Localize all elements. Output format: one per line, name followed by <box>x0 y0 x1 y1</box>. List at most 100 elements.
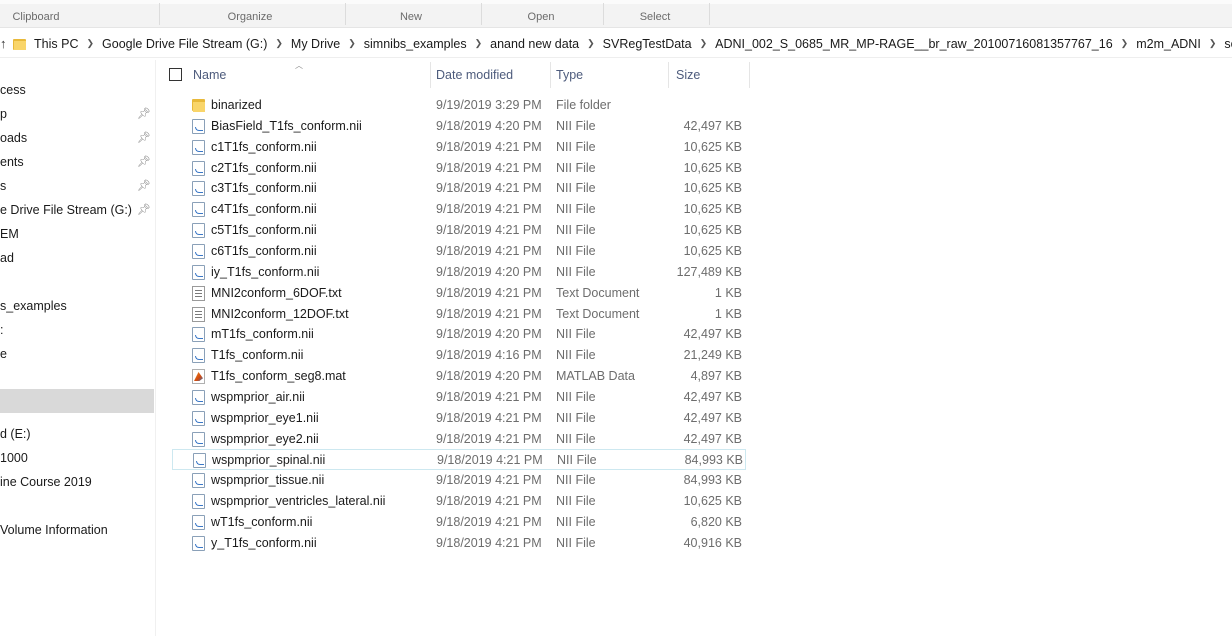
file-name: iy_T1fs_conform.nii <box>211 265 320 279</box>
file-row[interactable]: T1fs_conform_seg8.mat 9/18/2019 4:20 PM MA… <box>172 366 746 387</box>
arrow-up-icon[interactable]: ↑ <box>0 36 7 51</box>
nav-item-volume-information[interactable]: Volume Information <box>0 518 154 542</box>
nav-item-quick-access[interactable]: cess <box>0 78 154 102</box>
file-row[interactable]: MNI2conform_6DOF.txt 9/18/2019 4:21 PM Tex… <box>172 283 746 304</box>
file-row[interactable]: wT1fs_conform.nii 9/18/2019 4:21 PM NII Fi… <box>172 512 746 533</box>
nav-item-downloads[interactable]: oads 📌︎ <box>0 126 154 150</box>
breadcrumb-svregtestdata[interactable]: SVRegTestData <box>601 37 694 51</box>
column-divider[interactable] <box>668 62 669 88</box>
nav-item-label: s <box>0 179 7 193</box>
file-type: NII File <box>556 327 596 341</box>
file-row[interactable]: c4T1fs_conform.nii 9/18/2019 4:21 PM NII F… <box>172 199 746 220</box>
file-row[interactable]: c1T1fs_conform.nii 9/18/2019 4:21 PM NII F… <box>172 137 746 158</box>
column-divider[interactable] <box>430 62 431 88</box>
pin-icon: 📌︎ <box>137 180 151 192</box>
file-name: mT1fs_conform.nii <box>211 327 314 341</box>
chevron-right-icon[interactable]: ❯ <box>1203 38 1223 49</box>
file-row[interactable]: BiasField_T1fs_conform.nii 9/18/2019 4:20… <box>172 116 746 137</box>
ribbon-separator <box>603 3 604 25</box>
file-type: File folder <box>556 98 611 112</box>
file-type: NII File <box>556 494 596 508</box>
file-row[interactable]: wspmprior_spinal.nii 9/18/2019 4:21 PM NII… <box>172 449 746 470</box>
file-row[interactable]: c6T1fs_conform.nii 9/18/2019 4:21 PM NII F… <box>172 241 746 262</box>
file-size: 84,993 KB <box>683 473 742 487</box>
select-all-checkbox[interactable] <box>169 68 182 81</box>
nav-item-label: Volume Information <box>0 523 108 537</box>
file-row[interactable]: T1fs_conform.nii 9/18/2019 4:16 PM NII Fil… <box>172 345 746 366</box>
nav-item-colon[interactable]: : <box>0 318 154 342</box>
column-header-size[interactable]: Size <box>676 62 746 88</box>
file-type: NII File <box>556 432 596 446</box>
chevron-right-icon[interactable]: ❯ <box>469 38 489 49</box>
breadcrumb-segment[interactable]: segment <box>1222 37 1232 51</box>
file-date-modified: 9/18/2019 4:21 PM <box>436 432 542 446</box>
nav-item-1000[interactable]: 1000 <box>0 446 154 470</box>
nii-file-icon <box>192 432 205 447</box>
nav-item-simnibs-examples[interactable]: s_examples <box>0 294 154 318</box>
file-size: 10,625 KB <box>683 244 742 258</box>
chevron-right-icon[interactable]: ❯ <box>581 38 601 49</box>
nav-item-google-drive[interactable]: e Drive File Stream (G:) 📌︎ <box>0 198 154 222</box>
file-type: NII File <box>556 202 596 216</box>
nii-file-icon <box>192 390 205 405</box>
nav-item-label: : <box>0 323 4 337</box>
chevron-right-icon[interactable]: ❯ <box>269 38 289 49</box>
ribbon-group-organize: Organize <box>227 11 273 23</box>
file-row[interactable]: iy_T1fs_conform.nii 9/18/2019 4:20 PM NII … <box>172 262 746 283</box>
column-header-type[interactable]: Type <box>556 62 666 88</box>
chevron-right-icon[interactable]: ❯ <box>694 38 714 49</box>
file-row[interactable]: c3T1fs_conform.nii 9/18/2019 4:21 PM NII F… <box>172 178 746 199</box>
file-row[interactable]: wspmprior_eye1.nii 9/18/2019 4:21 PM NII F… <box>172 408 746 429</box>
file-row[interactable]: c2T1fs_conform.nii 9/18/2019 4:21 PM NII F… <box>172 158 746 179</box>
nav-item-desktop[interactable]: p 📌︎ <box>0 102 154 126</box>
chevron-right-icon[interactable]: ❯ <box>81 38 101 49</box>
breadcrumb-google-drive[interactable]: Google Drive File Stream (G:) <box>100 37 269 51</box>
file-date-modified: 9/18/2019 4:21 PM <box>436 307 542 321</box>
file-row[interactable]: wspmprior_eye2.nii 9/18/2019 4:21 PM NII F… <box>172 429 746 450</box>
address-bar[interactable]: ↑ ❯ This PC ❯ Google Drive File Stream (… <box>0 30 1232 58</box>
nav-item-pictures[interactable]: s 📌︎ <box>0 174 154 198</box>
file-size: 42,497 KB <box>683 432 742 446</box>
file-row[interactable]: c5T1fs_conform.nii 9/18/2019 4:21 PM NII F… <box>172 220 746 241</box>
file-row[interactable]: mT1fs_conform.nii 9/18/2019 4:20 PM NII Fi… <box>172 324 746 345</box>
breadcrumb-this-pc[interactable]: This PC <box>32 37 80 51</box>
nii-file-icon <box>192 181 205 196</box>
breadcrumb-adni[interactable]: ADNI_002_S_0685_MR_MP-RAGE__br_raw_20100… <box>713 37 1115 51</box>
breadcrumb-simnibs-examples[interactable]: simnibs_examples <box>362 37 469 51</box>
nav-item-selected[interactable] <box>0 389 154 413</box>
folder-row[interactable]: binarized 9/19/2019 3:29 PM File folder <box>172 95 746 116</box>
nii-file-icon <box>192 327 205 342</box>
file-name: c3T1fs_conform.nii <box>211 181 317 195</box>
nav-item-documents[interactable]: ents 📌︎ <box>0 150 154 174</box>
breadcrumb-my-drive[interactable]: My Drive <box>289 37 342 51</box>
column-divider[interactable] <box>749 62 750 88</box>
file-name: c4T1fs_conform.nii <box>211 202 317 216</box>
file-row[interactable]: wspmprior_air.nii 9/18/2019 4:21 PM NII Fi… <box>172 387 746 408</box>
nii-file-icon <box>192 202 205 217</box>
column-divider[interactable] <box>550 62 551 88</box>
breadcrumb-m2m-adni[interactable]: m2m_ADNI <box>1134 37 1203 51</box>
file-type: NII File <box>556 536 596 550</box>
breadcrumb-anand-new-data[interactable]: anand new data <box>488 37 581 51</box>
file-type: NII File <box>556 411 596 425</box>
nav-item-e[interactable]: e <box>0 342 154 366</box>
chevron-right-icon[interactable]: ❯ <box>342 38 362 49</box>
nav-item-blank-2[interactable] <box>0 494 154 518</box>
nav-item-em[interactable]: EM <box>0 222 154 246</box>
file-row[interactable]: MNI2conform_12DOF.txt 9/18/2019 4:21 PM Te… <box>172 304 746 325</box>
nii-file-icon <box>193 453 206 468</box>
nav-item-ad[interactable]: ad <box>0 246 154 270</box>
ribbon-separator <box>159 3 160 25</box>
nav-item-blank[interactable] <box>0 270 154 294</box>
nav-item-course-2019[interactable]: ine Course 2019 <box>0 470 154 494</box>
column-header-date-modified[interactable]: Date modified <box>436 62 548 88</box>
column-header-name[interactable]: Name <box>193 62 429 88</box>
pin-icon: 📌︎ <box>137 204 151 216</box>
file-row[interactable]: wspmprior_tissue.nii 9/18/2019 4:21 PM NII… <box>172 470 746 491</box>
chevron-right-icon[interactable]: ❯ <box>1115 38 1135 49</box>
nav-item-drive-e[interactable]: d (E:) <box>0 422 154 446</box>
file-row[interactable]: y_T1fs_conform.nii 9/18/2019 4:21 PM NII F… <box>172 533 746 554</box>
file-row[interactable]: wspmprior_ventricles_lateral.nii 9/18/201… <box>172 491 746 512</box>
nav-item-label: EM <box>0 227 19 241</box>
ribbon: Clipboard Organize New Open Select <box>0 0 1232 28</box>
